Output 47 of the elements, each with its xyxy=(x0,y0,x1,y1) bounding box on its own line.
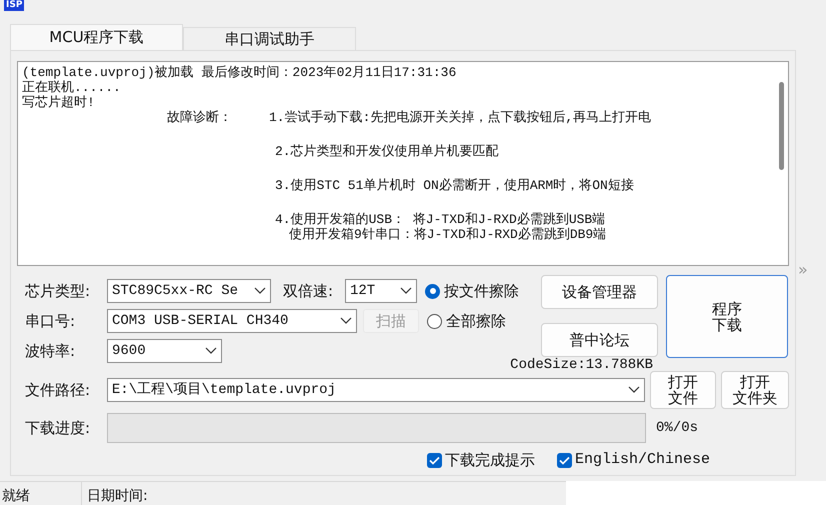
checkbox[interactable] xyxy=(427,452,442,468)
checkbox-option[interactable]: English/Chinese xyxy=(557,449,710,472)
log-line: (template.uvproj)被加载 最后修改时间：2023年02月11日17:31:36 xyxy=(22,65,456,80)
log-line: 4.使用开发箱的USB： 将J-TXD和J-RXD必需跳到USB端 xyxy=(275,212,606,227)
checkbox-option[interactable]: 下载完成提示 xyxy=(427,449,535,472)
status-text: 就绪 xyxy=(0,481,82,505)
download-button[interactable]: 程序 下载 xyxy=(666,275,788,358)
open-file-button[interactable]: 打开 文件 xyxy=(650,371,716,409)
double-speed-label: 双倍速: xyxy=(283,280,334,302)
dropdown[interactable]: 12T xyxy=(345,279,417,303)
tab[interactable]: MCU程序下载 xyxy=(10,24,183,50)
radio-button[interactable] xyxy=(425,284,440,298)
dropdown[interactable]: COM3 USB-SERIAL CH340 xyxy=(107,309,357,333)
log-line: 3.使用STC 51单片机时 ON必需断开，使用ARM时，将ON短接 xyxy=(275,178,634,193)
dropdown[interactable]: 9600 xyxy=(107,339,222,363)
baud-label: 波特率: xyxy=(25,340,76,362)
log-line: 正在联机...... xyxy=(22,80,121,95)
chevron-down-icon xyxy=(400,287,412,295)
log-line: 使用开发箱9针串口：将J-TXD和J-RXD必需跳到DB9端 xyxy=(289,227,606,242)
radio-button[interactable] xyxy=(427,314,442,328)
app-logo: ISP xyxy=(4,0,24,11)
chevron-down-icon xyxy=(628,386,640,394)
diagnosis-label: 故障诊断： xyxy=(167,110,233,127)
dropdown[interactable]: E:\工程\项目\template.uvproj xyxy=(106,378,646,402)
open-folder-button[interactable]: 打开 文件夹 xyxy=(721,371,789,409)
tab[interactable]: 串口调试助手 xyxy=(183,27,356,50)
radio-option[interactable]: 按文件擦除 xyxy=(425,280,519,302)
dropdown[interactable]: STC89C5xx-RC Se xyxy=(107,279,271,303)
chip-type-label: 芯片类型: xyxy=(25,280,92,302)
check-icon xyxy=(429,456,440,465)
chevron-down-icon xyxy=(205,347,217,355)
datetime-label: 日期时间: xyxy=(82,481,566,505)
log-line: 2.芯片类型和开发仪使用单片机要匹配 xyxy=(275,144,499,159)
log-line: 1.尝试手动下载:先把电源开关关掉，点下载按钮后,再马上打开电 xyxy=(269,110,652,125)
device-manager-button[interactable]: 设备管理器 xyxy=(541,275,658,309)
progress-reading: 0%/0s xyxy=(656,418,698,438)
chevron-down-icon xyxy=(340,317,352,325)
radio-option[interactable]: 全部擦除 xyxy=(427,310,506,332)
check-icon xyxy=(559,456,570,465)
file-path-label: 文件路径: xyxy=(25,380,92,401)
forum-button[interactable]: 普中论坛 xyxy=(541,323,658,357)
checkbox[interactable] xyxy=(557,452,572,468)
log-line: 写芯片超时! xyxy=(22,95,95,110)
chevron-down-icon xyxy=(254,287,266,295)
progress-label: 下载进度: xyxy=(25,418,92,439)
code-size: CodeSize:13.788KB xyxy=(510,357,653,373)
port-label: 串口号: xyxy=(25,310,76,332)
